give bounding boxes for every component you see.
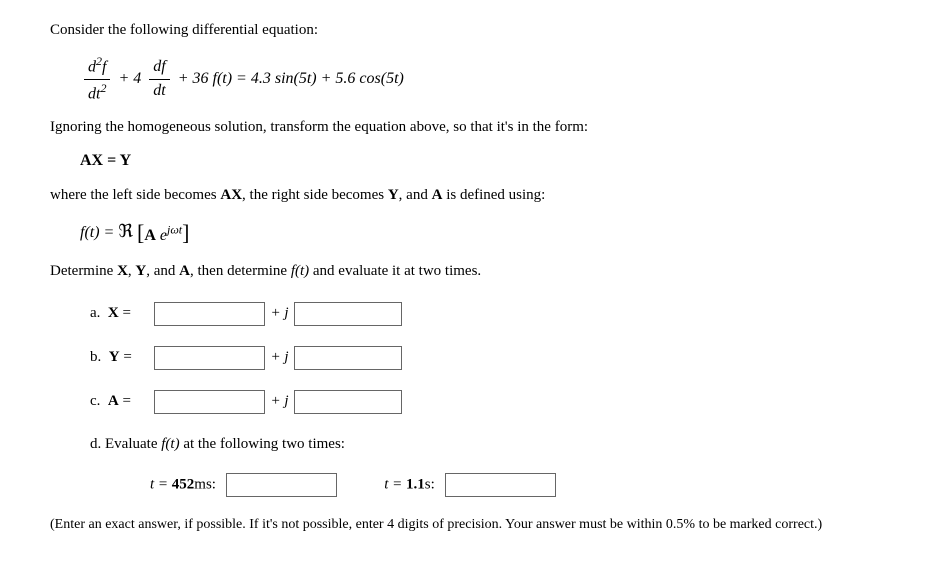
plus-j-label: + j	[271, 349, 289, 365]
axy-equation: AX = Y	[80, 150, 879, 172]
line-definition: where the left side becomes AX, the righ…	[50, 185, 879, 206]
line-transform: Ignoring the homogeneous solution, trans…	[50, 117, 879, 138]
x-imag-input[interactable]	[294, 302, 402, 326]
y-imag-input[interactable]	[294, 346, 402, 370]
differential-equation: d2f dt2 + 4 df dt + 36 f(t) = 4.3 sin(5t…	[80, 53, 879, 105]
part-c: c. A = + j	[90, 390, 879, 414]
part-a: a. X = + j	[90, 302, 879, 326]
eval-row: t = 452ms: t = 1.1s:	[150, 473, 879, 497]
t1-input[interactable]	[226, 473, 337, 497]
a-imag-input[interactable]	[294, 390, 402, 414]
ft-definition: f(t) = ℜ [A ejωt]	[80, 218, 879, 249]
note-text: (Enter an exact answer, if possible. If …	[50, 515, 879, 535]
y-real-input[interactable]	[154, 346, 265, 370]
plus-j-label: + j	[271, 305, 289, 321]
x-real-input[interactable]	[154, 302, 265, 326]
t2-input[interactable]	[445, 473, 556, 497]
line-determine: Determine X, Y, and A, then determine f(…	[50, 261, 879, 282]
intro-text: Consider the following differential equa…	[50, 20, 879, 41]
part-b: b. Y = + j	[90, 346, 879, 370]
part-d: d. Evaluate f(t) at the following two ti…	[90, 434, 879, 455]
plus-j-label: + j	[271, 393, 289, 409]
a-real-input[interactable]	[154, 390, 265, 414]
